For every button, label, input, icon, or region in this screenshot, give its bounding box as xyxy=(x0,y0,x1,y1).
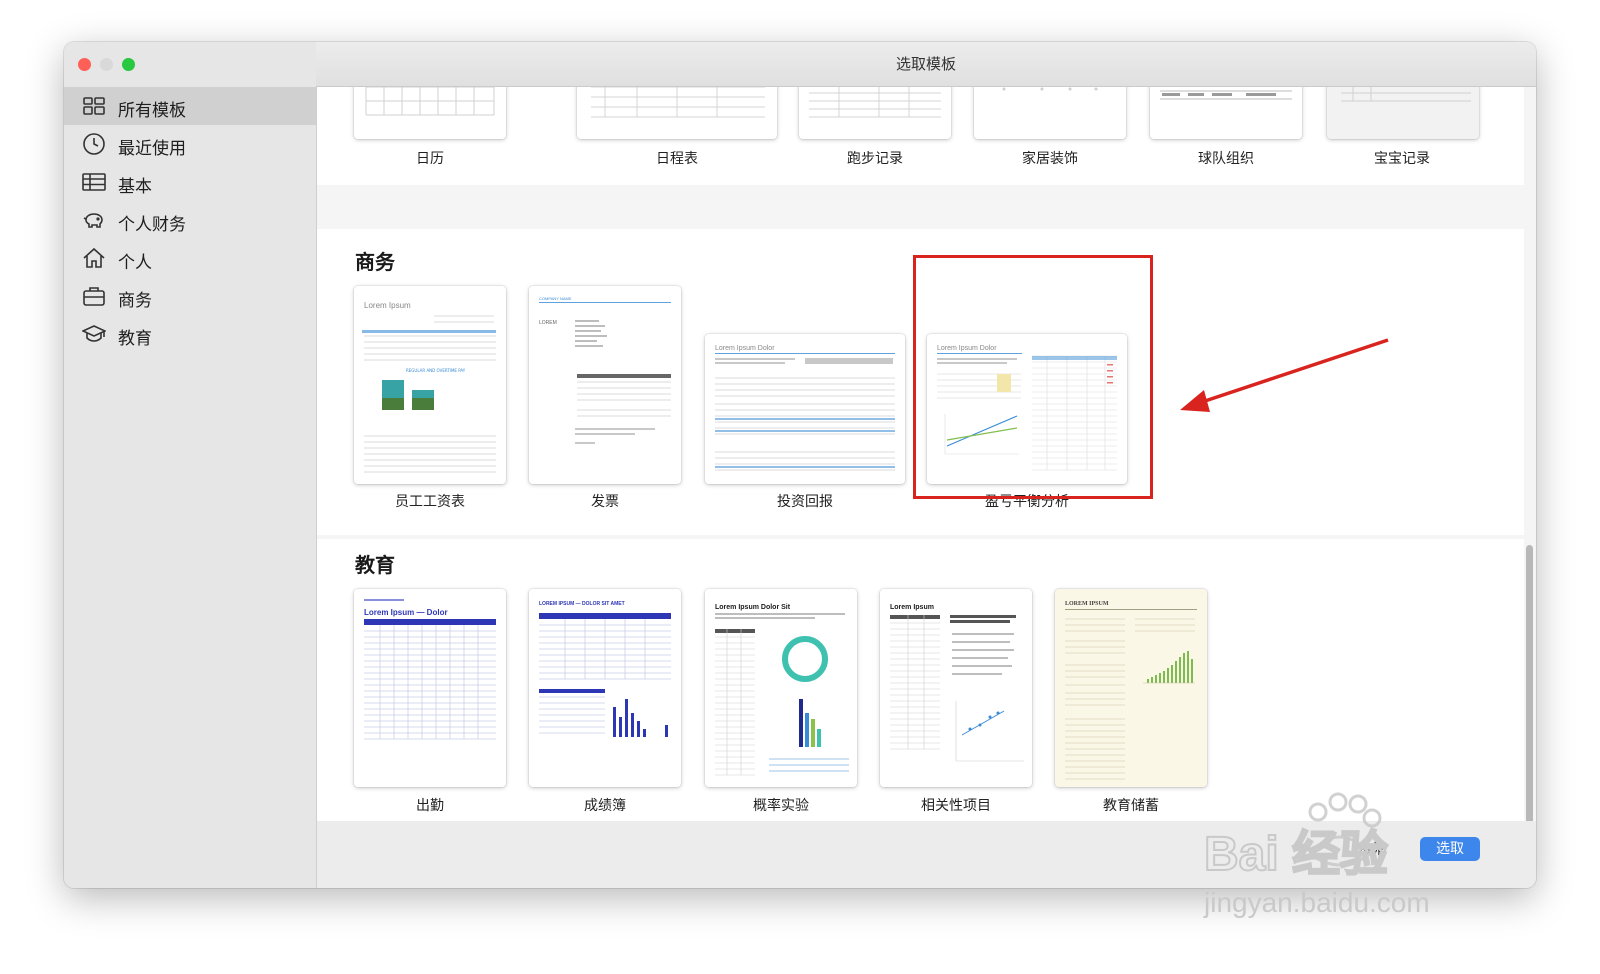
sidebar-item-label: 个人 xyxy=(118,253,152,273)
template-label: 成绩簿 xyxy=(584,798,626,814)
section-education: 教育 Lorem Ipsum — Dolor 出勤 LOREM IPSUM — xyxy=(317,539,1524,821)
zoom-button[interactable] xyxy=(122,58,135,71)
sidebar-item-personal-finance[interactable]: 个人财务 xyxy=(64,201,316,239)
template-thumb-home-decor[interactable] xyxy=(974,87,1126,139)
thumb-title: Lorem Ipsum — Dolor xyxy=(364,608,448,617)
sidebar-item-label: 所有模板 xyxy=(118,101,186,121)
window-title: 选取模板 xyxy=(316,42,1536,87)
choose-button[interactable]: 选取 xyxy=(1420,837,1480,861)
house-icon xyxy=(83,247,105,268)
sidebar-item-education[interactable]: 教育 xyxy=(64,315,316,353)
template-thumb-probability[interactable]: Lorem Ipsum Dolor Sit xyxy=(705,589,857,787)
cancel-button[interactable]: 取消 xyxy=(1359,839,1387,859)
sidebar: 所有模板 最近使用 基本 个人财务 个人 商务 教育 xyxy=(64,42,317,888)
section-heading: 商务 xyxy=(355,250,395,274)
sidebar-item-business[interactable]: 商务 xyxy=(64,277,316,315)
template-thumb-payroll[interactable]: Lorem Ipsum REGULAR AND OVERTIME PAY xyxy=(354,286,506,484)
grid-icon xyxy=(83,97,105,115)
thumb-title: LOREM IPSUM — DOLOR SIT AMET xyxy=(539,601,625,607)
thumb-title: LOREM IPSUM xyxy=(1065,601,1109,607)
thumb-title: Lorem Ipsum Dolor Sit xyxy=(715,604,791,611)
graduation-cap-icon xyxy=(82,325,106,342)
template-label: 教育储蓄 xyxy=(1103,798,1159,814)
watermark-url: jingyan.baidu.com xyxy=(1203,887,1430,918)
thumb-title: Lorem Ipsum xyxy=(890,604,934,611)
sidebar-item-recent[interactable]: 最近使用 xyxy=(64,125,316,163)
template-thumb-baby-log[interactable] xyxy=(1327,87,1479,139)
template-chooser-window: 所有模板 最近使用 基本 个人财务 个人 商务 教育 选取模板 日历 日程表 跑… xyxy=(64,42,1536,888)
svg-text:REGULAR AND OVERTIME PAY: REGULAR AND OVERTIME PAY xyxy=(406,368,466,373)
template-label: 发票 xyxy=(591,494,619,510)
template-label: 相关性项目 xyxy=(921,798,991,814)
section-heading: 教育 xyxy=(355,553,395,577)
template-label: 出勤 xyxy=(416,798,444,814)
template-thumb-running-log[interactable] xyxy=(799,87,951,139)
template-label: 概率实验 xyxy=(753,798,809,814)
briefcase-icon xyxy=(83,287,105,306)
highlight-box xyxy=(913,255,1153,499)
template-thumb-team-org[interactable] xyxy=(1150,87,1302,139)
sidebar-item-label: 个人财务 xyxy=(118,215,186,235)
template-thumb-attendance[interactable]: Lorem Ipsum — Dolor xyxy=(354,589,506,787)
sidebar-item-all-templates[interactable]: 所有模板 xyxy=(64,87,316,125)
thumb-company: COMPANY NAME xyxy=(539,296,572,301)
template-thumb-calendar[interactable] xyxy=(354,87,506,139)
clock-icon xyxy=(83,133,105,155)
minimize-button[interactable] xyxy=(100,58,113,71)
sidebar-item-label: 基本 xyxy=(118,177,152,197)
template-thumb-invoice[interactable]: COMPANY NAME LOREM xyxy=(529,286,681,484)
sidebar-item-label: 教育 xyxy=(118,329,152,349)
dialog-footer: 取消 选取 xyxy=(317,821,1536,888)
template-thumb-schedule[interactable] xyxy=(577,87,777,139)
sidebar-item-basic[interactable]: 基本 xyxy=(64,163,316,201)
scrollbar[interactable] xyxy=(1526,545,1533,821)
thumb-lorem: LOREM xyxy=(539,320,557,326)
sidebar-item-label: 最近使用 xyxy=(118,139,186,159)
template-label: 跑步记录 xyxy=(847,151,903,167)
template-thumb-investment-return[interactable]: Lorem Ipsum Dolor xyxy=(705,334,905,484)
template-thumb-gradebook[interactable]: LOREM IPSUM — DOLOR SIT AMET xyxy=(529,589,681,787)
template-label: 日程表 xyxy=(656,151,698,167)
table-icon xyxy=(82,173,106,191)
template-thumb-correlation[interactable]: Lorem Ipsum xyxy=(880,589,1032,787)
close-button[interactable] xyxy=(78,58,91,71)
sidebar-item-label: 商务 xyxy=(118,291,152,311)
template-label: 球队组织 xyxy=(1198,151,1254,167)
piggy-bank-icon xyxy=(83,213,103,228)
template-label: 日历 xyxy=(416,151,444,167)
template-label: 员工工资表 xyxy=(395,494,465,510)
template-label: 宝宝记录 xyxy=(1374,151,1430,167)
section-personal-scrolled: 日历 日程表 跑步记录 家居装饰 球队组织 宝宝记录 xyxy=(317,87,1524,185)
template-label: 家居装饰 xyxy=(1022,151,1078,167)
thumb-title: Lorem Ipsum Dolor xyxy=(715,345,775,352)
template-label: 投资回报 xyxy=(777,494,833,510)
sidebar-item-personal[interactable]: 个人 xyxy=(64,239,316,277)
template-thumb-education-savings[interactable]: LOREM IPSUM xyxy=(1055,589,1207,787)
thumb-title: Lorem Ipsum xyxy=(364,301,411,310)
